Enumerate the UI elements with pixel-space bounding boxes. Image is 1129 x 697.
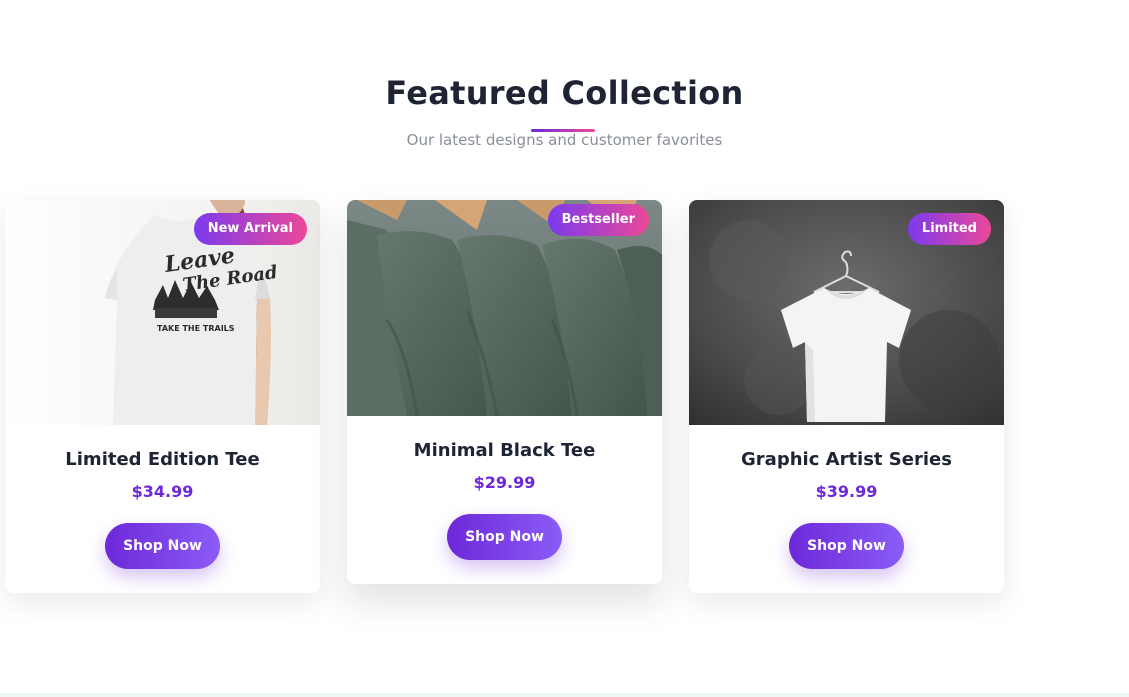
shop-now-button[interactable]: Shop Now xyxy=(447,514,562,560)
featured-collection-section: Featured Collection Our latest designs a… xyxy=(0,0,1129,697)
product-name[interactable]: Graphic Artist Series xyxy=(689,449,1004,470)
product-card-graphic-artist-series: Limited Graphic Artist Series $39.99 Sho… xyxy=(689,200,1004,593)
product-card-minimal-black-tee: Bestseller Minimal Black Tee $29.99 Shop… xyxy=(347,200,662,584)
product-name[interactable]: Limited Edition Tee xyxy=(5,449,320,470)
tee-print-caption: TAKE THE TRAILS xyxy=(157,324,235,333)
product-name[interactable]: Minimal Black Tee xyxy=(347,440,662,461)
shop-now-button[interactable]: Shop Now xyxy=(105,523,220,569)
product-badge: Bestseller xyxy=(547,204,649,236)
section-title: Featured Collection xyxy=(385,74,744,112)
shop-now-button[interactable]: Shop Now xyxy=(789,523,904,569)
product-price: $39.99 xyxy=(815,482,878,501)
product-price: $29.99 xyxy=(473,473,536,492)
product-badge: New Arrival xyxy=(193,213,307,245)
product-price: $34.99 xyxy=(131,482,194,501)
section-subtitle: Our latest designs and customer favorite… xyxy=(406,131,723,149)
product-image[interactable]: Bestseller xyxy=(347,200,662,416)
product-card-limited-edition-tee: Leave The Road TAKE THE TRAILS New Arriv… xyxy=(5,200,320,593)
product-badge: Limited xyxy=(907,213,991,245)
section-divider xyxy=(0,693,1129,697)
product-image[interactable]: Leave The Road TAKE THE TRAILS New Arriv… xyxy=(5,200,320,425)
product-image[interactable]: Limited xyxy=(689,200,1004,425)
